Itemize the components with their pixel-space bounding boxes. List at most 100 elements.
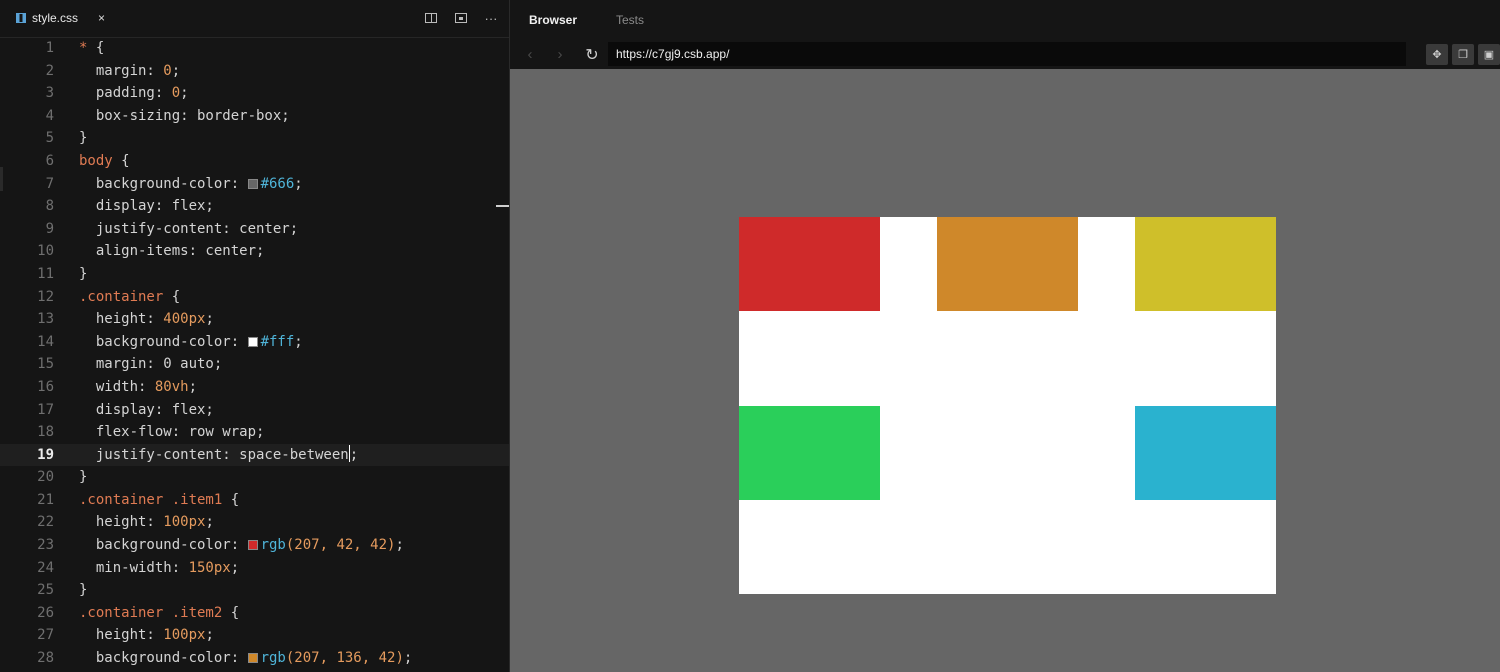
line-number: 15 bbox=[37, 356, 54, 373]
flex-item-4 bbox=[739, 406, 880, 500]
close-icon[interactable]: × bbox=[98, 11, 105, 25]
address-bar[interactable]: https://c7gj9.csb.app/ bbox=[608, 42, 1406, 66]
scrollbar-marker[interactable] bbox=[496, 205, 509, 207]
code-text: box-sizing: border-box; bbox=[79, 107, 290, 124]
code-line: 3 padding: 0; bbox=[0, 82, 509, 105]
line-number: 11 bbox=[37, 265, 54, 282]
code-text: align-items: center; bbox=[79, 243, 265, 260]
line-number: 19 bbox=[37, 446, 54, 463]
value: 0 bbox=[163, 62, 172, 79]
code-line: 13 height: 400px; bbox=[0, 308, 509, 331]
line-number: 25 bbox=[37, 582, 54, 599]
code-text: { bbox=[222, 491, 240, 508]
value: #666 bbox=[260, 175, 295, 192]
code-line: 26 .container .item2 { bbox=[0, 602, 509, 625]
move-icon[interactable]: ✥ bbox=[1426, 44, 1448, 65]
line-number: 16 bbox=[37, 378, 54, 395]
code-line: 17 display: flex; bbox=[0, 399, 509, 422]
value: 100px bbox=[163, 627, 206, 644]
value: 150px bbox=[188, 559, 231, 576]
code-text: ; bbox=[294, 333, 303, 350]
value: (207, 42, 42) bbox=[285, 537, 396, 554]
open-preview-icon[interactable] bbox=[453, 10, 469, 26]
code-line: 14 background-color: #fff; bbox=[0, 331, 509, 354]
value: 0 bbox=[171, 85, 181, 102]
code-line: 11} bbox=[0, 263, 509, 286]
value: (207, 136, 42) bbox=[285, 650, 404, 667]
code-line: 9 justify-content: center; bbox=[0, 218, 509, 241]
line-number: 2 bbox=[45, 62, 54, 79]
code-text: ; bbox=[205, 311, 214, 328]
code-editor-pane: style.css × ··· 1 * { 2 margin: 0; 3 padd… bbox=[0, 0, 510, 672]
code-text: { bbox=[112, 152, 130, 169]
code-text: justify-content: center; bbox=[79, 220, 299, 237]
flex-item-2 bbox=[937, 217, 1078, 311]
back-icon[interactable]: ‹ bbox=[518, 46, 542, 63]
code-text: ; bbox=[403, 650, 413, 667]
property: padding: bbox=[79, 85, 172, 102]
code-line-active: 19 justify-content: space-between; bbox=[0, 443, 509, 467]
code-line: 18 flex-flow: row wrap; bbox=[0, 421, 509, 444]
preview-viewport bbox=[510, 69, 1500, 672]
tab-style-css[interactable]: style.css × bbox=[0, 0, 116, 37]
code-line: 5} bbox=[0, 127, 509, 150]
code-line: 22 height: 100px; bbox=[0, 511, 509, 534]
property: height: bbox=[79, 311, 164, 328]
line-number: 28 bbox=[37, 650, 54, 667]
reload-icon[interactable]: ↻ bbox=[580, 45, 604, 65]
code-line: 25} bbox=[0, 579, 509, 602]
property: background-color: bbox=[79, 650, 248, 667]
code-line: 8 display: flex; bbox=[0, 195, 509, 218]
more-actions-icon[interactable]: ··· bbox=[483, 10, 499, 26]
tab-tests[interactable]: Tests bbox=[597, 13, 684, 27]
line-number: 6 bbox=[45, 152, 54, 169]
function: rgb bbox=[260, 537, 286, 554]
code-text: ; bbox=[349, 446, 359, 463]
line-number: 27 bbox=[37, 627, 54, 644]
code-text: ; bbox=[230, 559, 240, 576]
line-number: 24 bbox=[37, 559, 54, 576]
code-line: 24 min-width: 150px; bbox=[0, 557, 509, 580]
code-text: { bbox=[222, 604, 240, 621]
browser-actions: ✥ ❐ ▣ bbox=[1426, 44, 1500, 65]
fullscreen-icon[interactable]: ▣ bbox=[1478, 44, 1500, 65]
code-text: ; bbox=[188, 378, 198, 395]
open-new-window-icon[interactable]: ❐ bbox=[1452, 44, 1474, 65]
tab-filename: style.css bbox=[32, 11, 79, 25]
selector: .container .item1 bbox=[79, 491, 223, 508]
line-number: 23 bbox=[37, 537, 54, 554]
value: 80vh bbox=[154, 378, 189, 395]
value: #fff bbox=[260, 333, 295, 350]
color-swatch[interactable] bbox=[247, 178, 258, 189]
code-text: ; bbox=[205, 514, 214, 531]
line-number: 12 bbox=[37, 288, 54, 305]
css-file-icon bbox=[16, 13, 26, 23]
code-line: 12 .container { bbox=[0, 286, 509, 309]
color-swatch[interactable] bbox=[247, 540, 258, 551]
forward-icon[interactable]: › bbox=[548, 46, 572, 63]
line-number: 10 bbox=[37, 243, 54, 260]
line-number: 21 bbox=[37, 491, 54, 508]
code-text: } bbox=[79, 469, 88, 486]
selector: .container .item2 bbox=[79, 604, 223, 621]
property: height: bbox=[79, 627, 164, 644]
color-swatch[interactable] bbox=[247, 336, 258, 347]
value: 100px bbox=[163, 514, 206, 531]
line-number: 20 bbox=[37, 469, 54, 486]
split-editor-icon[interactable] bbox=[423, 10, 439, 26]
code-text: { bbox=[87, 40, 105, 56]
property: height: bbox=[79, 514, 164, 531]
code-text: margin: 0 auto; bbox=[79, 356, 223, 373]
browser-tab-bar: Browser Tests bbox=[510, 0, 1500, 40]
code-text: ; bbox=[180, 85, 189, 102]
code-line: 16 width: 80vh; bbox=[0, 376, 509, 399]
code-line: 21 .container .item1 { bbox=[0, 489, 509, 512]
color-swatch[interactable] bbox=[247, 653, 258, 664]
selector: body bbox=[79, 152, 113, 169]
line-number: 4 bbox=[45, 107, 54, 124]
code-area[interactable]: 1 * { 2 margin: 0; 3 padding: 0; 4 box-si… bbox=[0, 37, 509, 672]
tab-browser[interactable]: Browser bbox=[510, 13, 597, 27]
property: margin: bbox=[79, 62, 164, 79]
code-text: } bbox=[79, 265, 88, 282]
code-text: ; bbox=[171, 62, 181, 79]
